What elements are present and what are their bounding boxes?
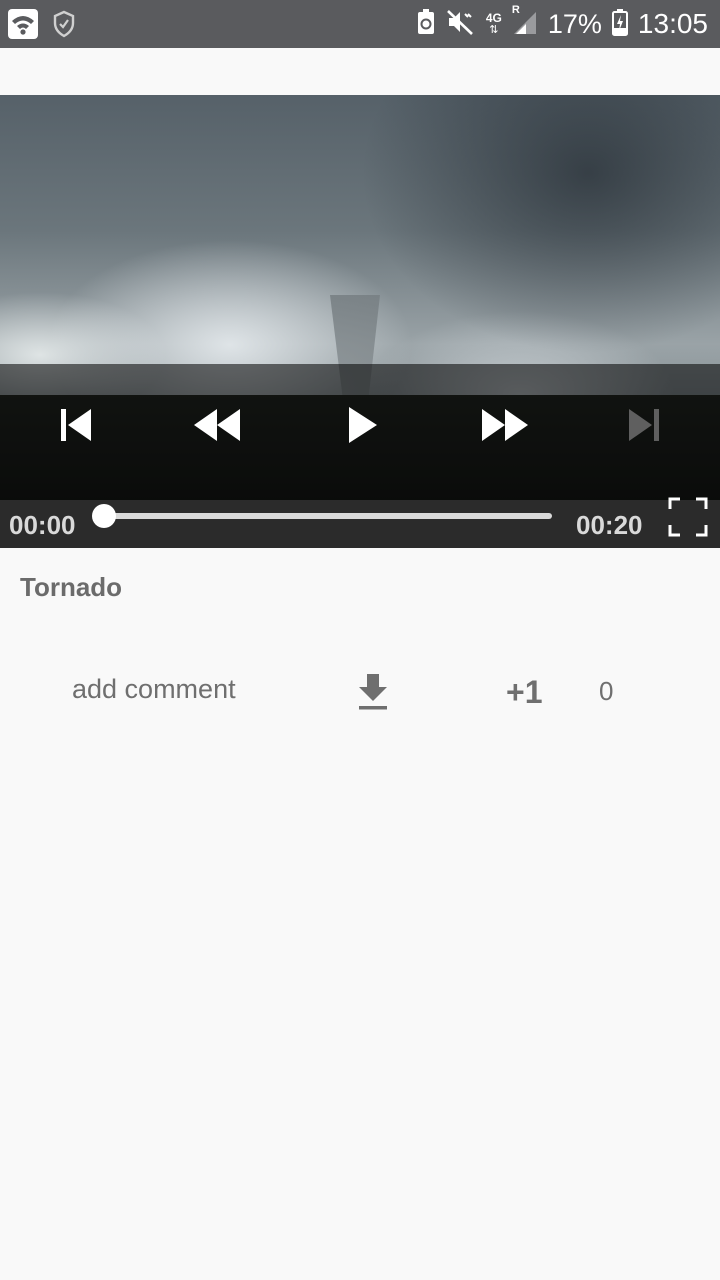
roaming-label: R xyxy=(511,3,520,16)
rewind-button[interactable] xyxy=(190,400,244,450)
network-label: 4G xyxy=(485,11,502,25)
fullscreen-button[interactable] xyxy=(668,497,708,537)
video-frame-cloud xyxy=(360,95,720,355)
rewind-icon xyxy=(194,409,240,441)
status-left xyxy=(8,9,76,44)
skip-next-button[interactable] xyxy=(624,400,664,450)
mute-vibrate-icon xyxy=(446,8,476,41)
clock: 13:05 xyxy=(637,8,708,39)
add-comment-button[interactable]: add comment xyxy=(72,674,236,705)
status-right: 4G ⇅ R 17% 13:05 xyxy=(416,4,708,42)
battery-charging-icon xyxy=(611,8,628,41)
skip-next-icon xyxy=(629,409,659,441)
current-time: 00:00 xyxy=(9,510,76,540)
progress-track[interactable] xyxy=(104,513,552,519)
download-button[interactable] xyxy=(356,672,390,712)
plus-one-button[interactable]: +1 xyxy=(506,674,542,711)
download-icon xyxy=(359,674,387,710)
fast-forward-button[interactable] xyxy=(478,400,532,450)
video-player[interactable]: 00:00 00:20 xyxy=(0,95,720,548)
skip-previous-icon xyxy=(61,409,91,441)
signal-icon: R xyxy=(512,4,538,41)
battery-percent: 17% xyxy=(547,8,602,39)
progress-thumb[interactable] xyxy=(92,504,116,528)
plus-one-count: 0 xyxy=(599,676,614,706)
skip-previous-button[interactable] xyxy=(54,400,98,450)
fullscreen-icon xyxy=(668,497,708,537)
fast-forward-icon xyxy=(482,409,528,441)
actions-row: add comment +1 0 xyxy=(0,660,720,720)
network-4g-icon: 4G ⇅ xyxy=(485,11,502,36)
duration: 00:20 xyxy=(576,510,643,540)
play-button[interactable] xyxy=(342,400,382,450)
wifi-icon xyxy=(8,9,38,44)
battery-saver-icon xyxy=(416,8,436,41)
shield-icon xyxy=(52,10,76,43)
status-bar: 4G ⇅ R 17% 13:05 xyxy=(0,0,720,48)
play-icon xyxy=(349,407,377,443)
video-title: Tornado xyxy=(20,572,123,602)
